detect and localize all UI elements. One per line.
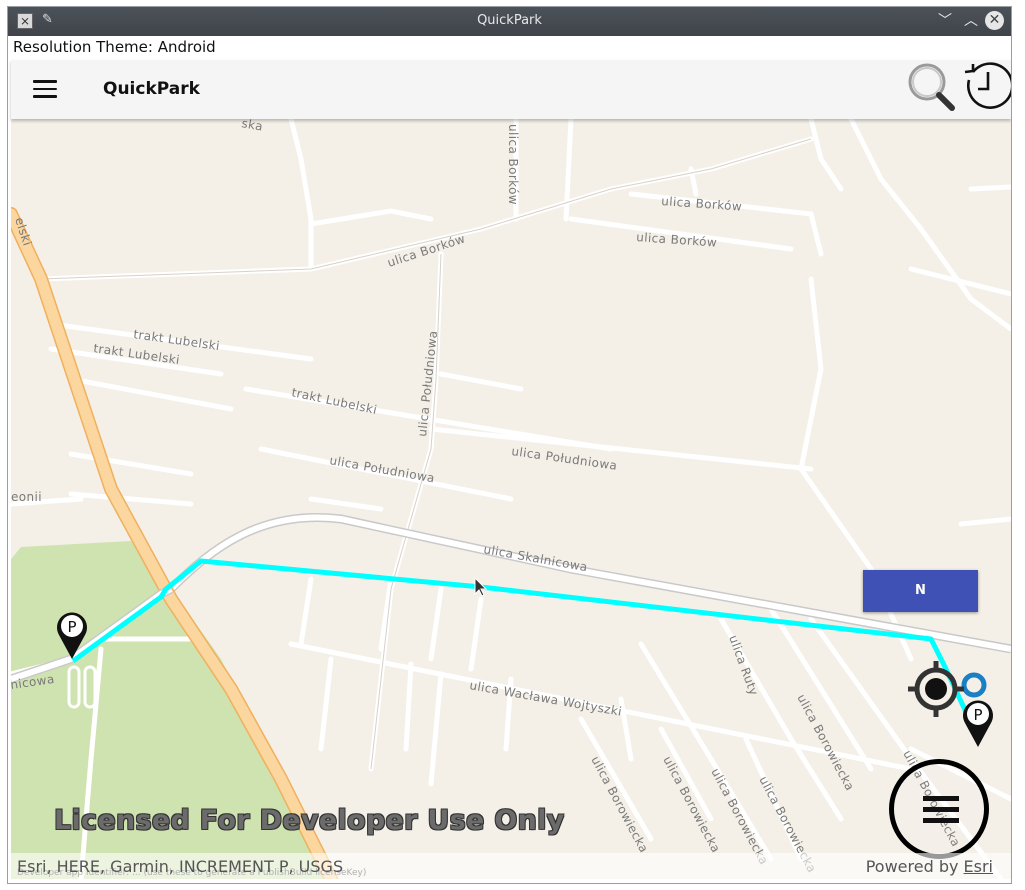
parking-pin-letter: P: [67, 618, 76, 636]
close-button[interactable]: ✕: [985, 11, 1004, 30]
parking-pin-letter: P: [973, 706, 982, 724]
street-label: ulica Wacława Wojtyszki: [468, 678, 623, 719]
powered-by-text: Powered by: [865, 857, 964, 876]
basemap: ulica Borków ulica Borków ulica Borków u…: [11, 119, 1011, 879]
street-label: trakt Lubelski: [290, 385, 378, 417]
attribution-bar: Developer app identifier: ... (use these…: [11, 853, 1011, 879]
license-watermark: Licensed For Developer Use Only: [54, 805, 565, 836]
window-titlebar[interactable]: ⨯ ✎ QuickPark ﹀ ︿ ✕: [8, 7, 1011, 36]
direction-button[interactable]: N: [863, 570, 978, 612]
esri-link[interactable]: Esri: [964, 857, 993, 876]
street-label: ulica Borków: [636, 230, 718, 250]
search-icon[interactable]: [907, 60, 959, 112]
menu-fab-icon[interactable]: [889, 759, 989, 859]
parking-pin-icon[interactable]: P: [55, 609, 89, 661]
locate-me-icon[interactable]: [908, 661, 964, 717]
map-view[interactable]: ulica Borków ulica Borków ulica Borków u…: [11, 119, 1011, 879]
mouse-cursor-icon: [474, 577, 488, 597]
parking-pin-icon[interactable]: P: [961, 697, 995, 749]
street-label: ulica Ruty: [726, 633, 761, 697]
street-label: ulica Borowiecka: [794, 692, 857, 793]
street-label: eonii: [11, 490, 42, 504]
hamburger-icon[interactable]: [33, 80, 57, 98]
history-icon[interactable]: [961, 60, 1012, 112]
street-label: ska: [240, 119, 264, 134]
app-title: QuickPark: [103, 79, 200, 99]
minimize-button[interactable]: ﹀: [935, 11, 955, 31]
window-title: QuickPark: [477, 13, 542, 28]
resolution-theme-label: Resolution Theme: Android: [13, 38, 216, 56]
app-toolbar: QuickPark: [11, 60, 1011, 119]
street-label: ulica Borowiecka: [588, 754, 651, 855]
street-label: ulica Borków: [661, 194, 743, 214]
maximize-button[interactable]: ︿: [961, 11, 981, 31]
street-label: ulica Skalnicowa: [482, 542, 588, 574]
street-label: ulica Borków: [506, 124, 520, 205]
app-window: ⨯ ✎ QuickPark ﹀ ︿ ✕ Resolution Theme: An…: [7, 6, 1012, 884]
street-label: ulica Południowa: [328, 453, 435, 485]
powered-by: Powered by Esri: [866, 857, 993, 876]
attribution-text: Esri, HERE, Garmin, INCREMENT P, USGS: [17, 857, 344, 876]
